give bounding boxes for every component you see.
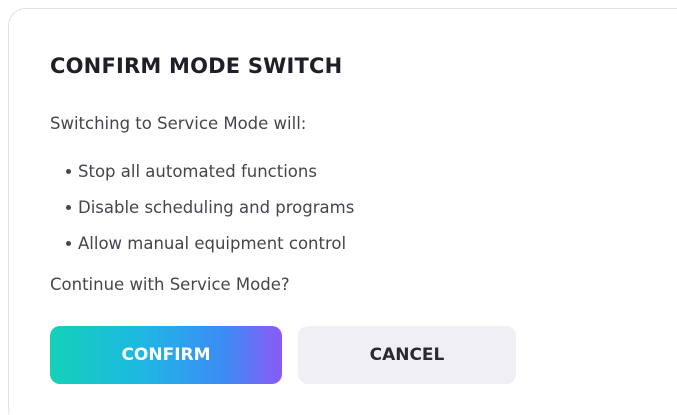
cancel-button[interactable]: CANCEL [298,326,516,384]
list-item: Stop all automated functions [66,154,354,190]
dialog-intro-text: Switching to Service Mode will: [50,114,307,133]
list-item-text: Allow manual equipment control [78,234,347,253]
confirmation-question: Continue with Service Mode? [50,275,290,294]
bullet-icon [66,241,71,246]
confirm-mode-switch-dialog: CONFIRM MODE SWITCH Switching to Service… [8,8,677,415]
confirm-button[interactable]: CONFIRM [50,326,282,384]
dialog-title: CONFIRM MODE SWITCH [50,54,343,78]
bullet-icon [66,169,71,174]
list-item-text: Disable scheduling and programs [78,198,355,217]
bullet-icon [66,205,71,210]
consequence-list: Stop all automated functions Disable sch… [66,154,354,262]
list-item-text: Stop all automated functions [78,162,317,181]
list-item: Disable scheduling and programs [66,190,354,226]
list-item: Allow manual equipment control [66,226,354,262]
